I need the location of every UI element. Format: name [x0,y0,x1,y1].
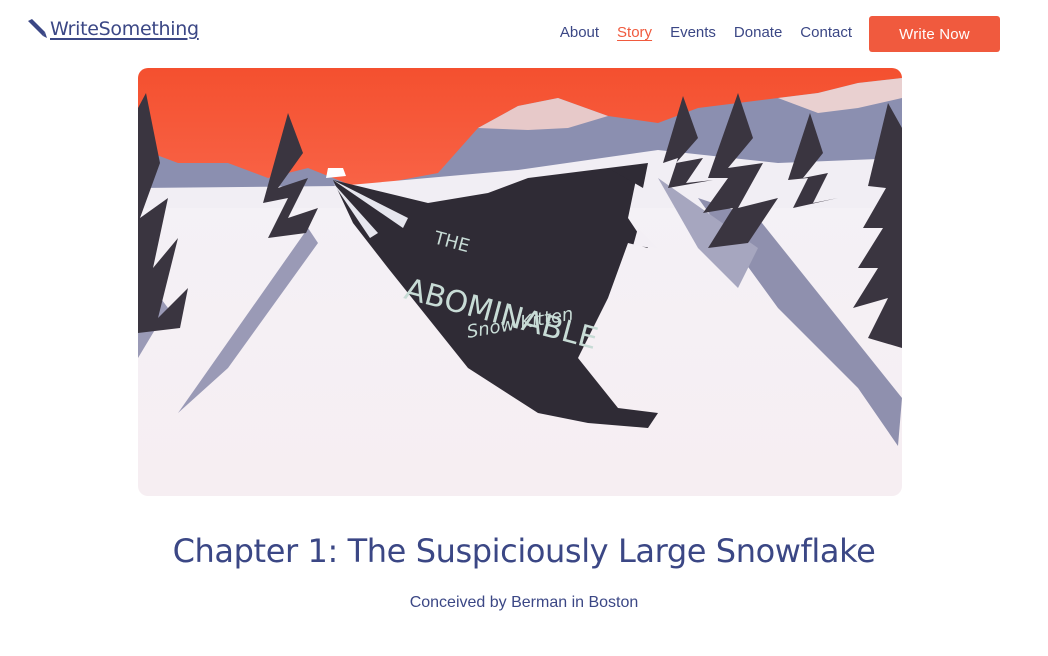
nav-donate[interactable]: Donate [734,24,782,42]
chapter-title: Chapter 1: The Suspiciously Large Snowfl… [172,532,876,570]
site-header: WriteSomething About Story Events Donate… [0,0,1048,64]
pen-icon [26,18,48,40]
write-now-button[interactable]: Write Now [869,16,1000,52]
chapter-byline: Conceived by Berman in Boston [409,594,639,611]
nav-story[interactable]: Story [617,24,652,42]
site-name: WriteSomething [50,18,199,40]
nav-about[interactable]: About [560,24,599,42]
main-nav: About Story Events Donate Contact [542,24,852,42]
nav-events[interactable]: Events [670,24,716,42]
site-logo[interactable]: WriteSomething [26,18,199,40]
nav-contact[interactable]: Contact [800,24,852,42]
hero-illustration: THE ABOMINABLE Snow Kitten [138,68,902,496]
